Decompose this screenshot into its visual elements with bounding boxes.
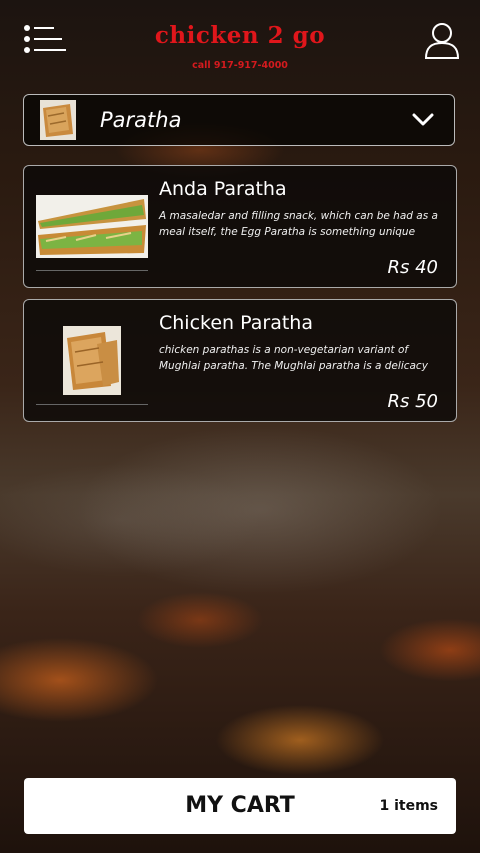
menu-item-card[interactable]: Anda Paratha A masaledar and filling sna… xyxy=(23,165,457,288)
item-price: Rs 40 xyxy=(387,257,438,278)
category-dropdown[interactable]: Paratha xyxy=(23,94,455,146)
image-divider xyxy=(36,270,148,271)
chicken-paratha-image xyxy=(63,326,121,395)
chevron-down-icon[interactable] xyxy=(412,111,434,127)
brand-logo: chicken 2 go xyxy=(154,22,326,49)
anda-paratha-image xyxy=(36,195,148,258)
phone-number[interactable]: call 917-917-4000 xyxy=(0,60,480,71)
image-divider xyxy=(36,404,148,405)
cart-item-count: 1 items xyxy=(379,798,438,814)
app-header: chicken 2 go call 917-917-4000 xyxy=(0,0,480,90)
my-cart-button[interactable]: MY CART 1 items xyxy=(24,778,456,834)
menu-item-card[interactable]: Chicken Paratha chicken parathas is a no… xyxy=(23,299,457,422)
item-name: Anda Paratha xyxy=(159,178,287,200)
item-name: Chicken Paratha xyxy=(159,312,313,334)
paratha-thumbnail-image xyxy=(40,100,76,140)
user-profile-icon[interactable] xyxy=(424,22,460,60)
item-description: A masaledar and filling snack, which can… xyxy=(159,210,438,238)
item-description: chicken parathas is a non-vegetarian var… xyxy=(159,344,428,372)
item-price: Rs 50 xyxy=(387,391,438,412)
selected-category: Paratha xyxy=(100,108,182,132)
